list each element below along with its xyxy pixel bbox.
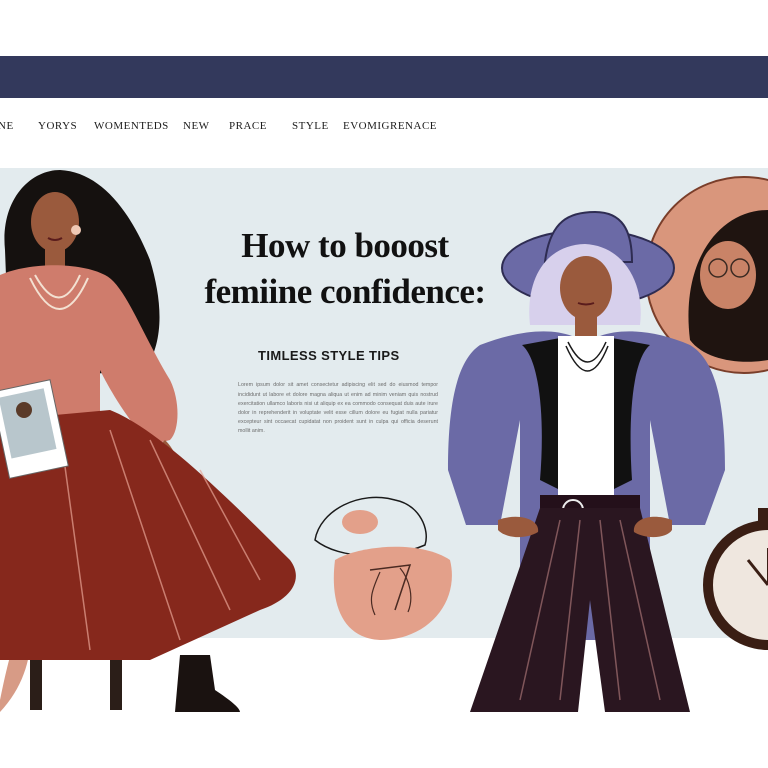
article-subheading: TIMLESS STYLE TIPS [258, 348, 400, 363]
article-body: Lorem ipsum dolor sit amet consectetur a… [238, 382, 438, 435]
page-title: How to booost femiine confidence: [204, 226, 486, 312]
hat-and-purse-illustration [314, 496, 452, 640]
wall-clock-illustration [703, 508, 768, 650]
